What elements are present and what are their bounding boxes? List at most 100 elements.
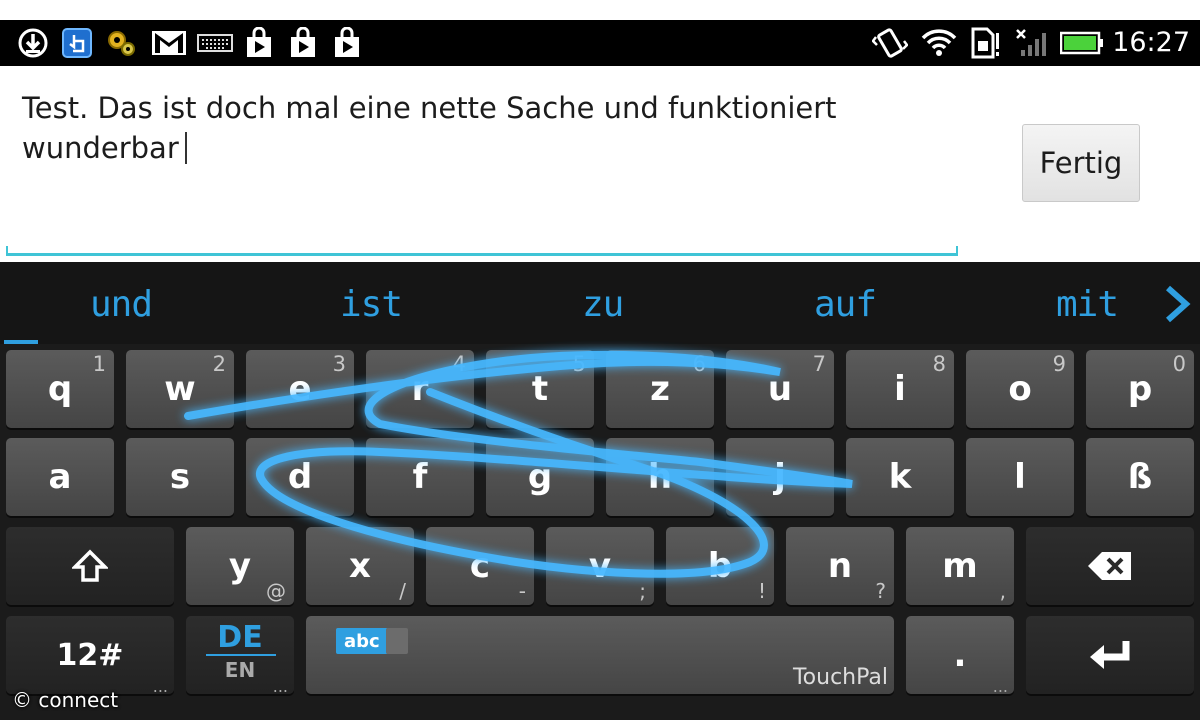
- key-g[interactable]: g: [486, 438, 594, 516]
- key-ß[interactable]: ß: [1086, 438, 1194, 516]
- key-label: j: [774, 457, 786, 497]
- key-z[interactable]: z6: [606, 350, 714, 428]
- key-label: e: [288, 369, 312, 409]
- text-input[interactable]: Test. Das ist doch mal eine nette Sache …: [22, 88, 952, 168]
- enter-icon: [1090, 641, 1130, 669]
- key-more-dots: ...: [152, 677, 168, 696]
- key-j[interactable]: j: [726, 438, 834, 516]
- language-divider: [206, 654, 276, 656]
- play-store-icon: [330, 27, 364, 58]
- key-label: a: [48, 457, 72, 497]
- backspace-icon: [1088, 552, 1131, 580]
- key-label: d: [287, 457, 313, 497]
- key-n[interactable]: n?: [786, 527, 894, 605]
- key-d[interactable]: d: [246, 438, 354, 516]
- key-more-dots: ...: [272, 677, 288, 696]
- key-label: n: [827, 546, 853, 586]
- key-hint: 5: [572, 352, 586, 376]
- settings-gear-icon: [104, 28, 138, 58]
- key-label: i: [894, 369, 906, 409]
- text-editor[interactable]: Test. Das ist doch mal eine nette Sache …: [0, 66, 1200, 262]
- key-y[interactable]: y @: [186, 527, 294, 605]
- enter-key[interactable]: [1026, 616, 1194, 694]
- key-b[interactable]: b!: [666, 527, 774, 605]
- key-e[interactable]: e3: [246, 350, 354, 428]
- shift-icon: [72, 549, 108, 582]
- suggestion-mit[interactable]: mit: [1056, 282, 1119, 326]
- key-hint: 6: [692, 352, 706, 376]
- touch-app-icon: [60, 28, 94, 58]
- suggestion-auf[interactable]: auf: [814, 282, 877, 326]
- key-label: c: [469, 546, 491, 586]
- key-hint: 1: [92, 352, 106, 376]
- period-key-label: .: [953, 635, 967, 675]
- key-label: p: [1127, 369, 1153, 409]
- top-margin: [0, 0, 1200, 20]
- download-icon: [16, 28, 50, 58]
- key-w[interactable]: w2: [126, 350, 234, 428]
- key-label: m: [942, 546, 978, 586]
- play-store-icon: [242, 27, 276, 58]
- key-v[interactable]: v;: [546, 527, 654, 605]
- key-q[interactable]: q1: [6, 350, 114, 428]
- wifi-icon: [920, 28, 958, 58]
- key-secondary: ?: [875, 579, 886, 603]
- key-label: h: [647, 457, 673, 497]
- key-secondary: ;: [639, 579, 646, 603]
- key-o[interactable]: o9: [966, 350, 1074, 428]
- suggestion-ist[interactable]: ist: [340, 282, 403, 326]
- text-cursor: [184, 132, 187, 164]
- key-label: l: [1014, 457, 1026, 497]
- suggestion-zu[interactable]: zu: [582, 282, 624, 326]
- watermark: © connect: [12, 688, 119, 712]
- language-key[interactable]: DE EN ...: [186, 616, 294, 696]
- key-t[interactable]: t5: [486, 350, 594, 428]
- key-k[interactable]: k: [846, 438, 954, 516]
- key-secondary: @: [266, 579, 286, 603]
- key-i[interactable]: i8: [846, 350, 954, 428]
- clock: 16:27: [1112, 27, 1190, 58]
- key-label: o: [1008, 369, 1032, 409]
- key-hint: 9: [1052, 352, 1066, 376]
- input-mode-badge: abc: [336, 628, 388, 654]
- space-key[interactable]: abc TouchPal: [306, 616, 894, 694]
- key-label: u: [767, 369, 793, 409]
- key-p[interactable]: p0: [1086, 350, 1194, 428]
- key-label: r: [411, 369, 429, 409]
- key-c[interactable]: c-: [426, 527, 534, 605]
- period-key[interactable]: . ...: [906, 616, 1014, 696]
- key-m[interactable]: m,: [906, 527, 1014, 605]
- symbols-key[interactable]: 12# ...: [6, 616, 174, 696]
- done-button[interactable]: Fertig: [1022, 124, 1140, 202]
- key-l[interactable]: l: [966, 438, 1074, 516]
- input-underline: [6, 246, 958, 256]
- key-f[interactable]: f: [366, 438, 474, 516]
- key-label: k: [888, 457, 912, 497]
- battery-icon: [1060, 28, 1104, 58]
- key-secondary: -: [518, 579, 526, 603]
- key-hint: 2: [212, 352, 226, 376]
- key-hint: 3: [332, 352, 346, 376]
- key-hint: 0: [1172, 352, 1186, 376]
- key-u[interactable]: u7: [726, 350, 834, 428]
- key-r[interactable]: r4: [366, 350, 474, 428]
- suggestion-und[interactable]: und: [90, 282, 153, 326]
- keyboard-brand: TouchPal: [792, 665, 888, 690]
- more-suggestions-arrow-icon[interactable]: [1162, 284, 1192, 324]
- key-x[interactable]: x /: [306, 527, 414, 605]
- symbols-key-label: 12#: [56, 637, 124, 673]
- key-label: g: [527, 457, 553, 497]
- vibrate-icon: [872, 28, 908, 58]
- key-secondary: ,: [999, 579, 1006, 603]
- signal-icon: [1014, 28, 1050, 58]
- key-h[interactable]: h: [606, 438, 714, 516]
- grid-icon: [386, 628, 408, 654]
- backspace-key[interactable]: [1026, 527, 1194, 605]
- keyboard-icon: [196, 28, 234, 58]
- key-label: y: [228, 546, 252, 586]
- shift-key[interactable]: [6, 527, 174, 605]
- key-a[interactable]: a: [6, 438, 114, 516]
- key-s[interactable]: s: [126, 438, 234, 516]
- key-secondary: /: [399, 579, 406, 603]
- key-label: q: [47, 369, 73, 409]
